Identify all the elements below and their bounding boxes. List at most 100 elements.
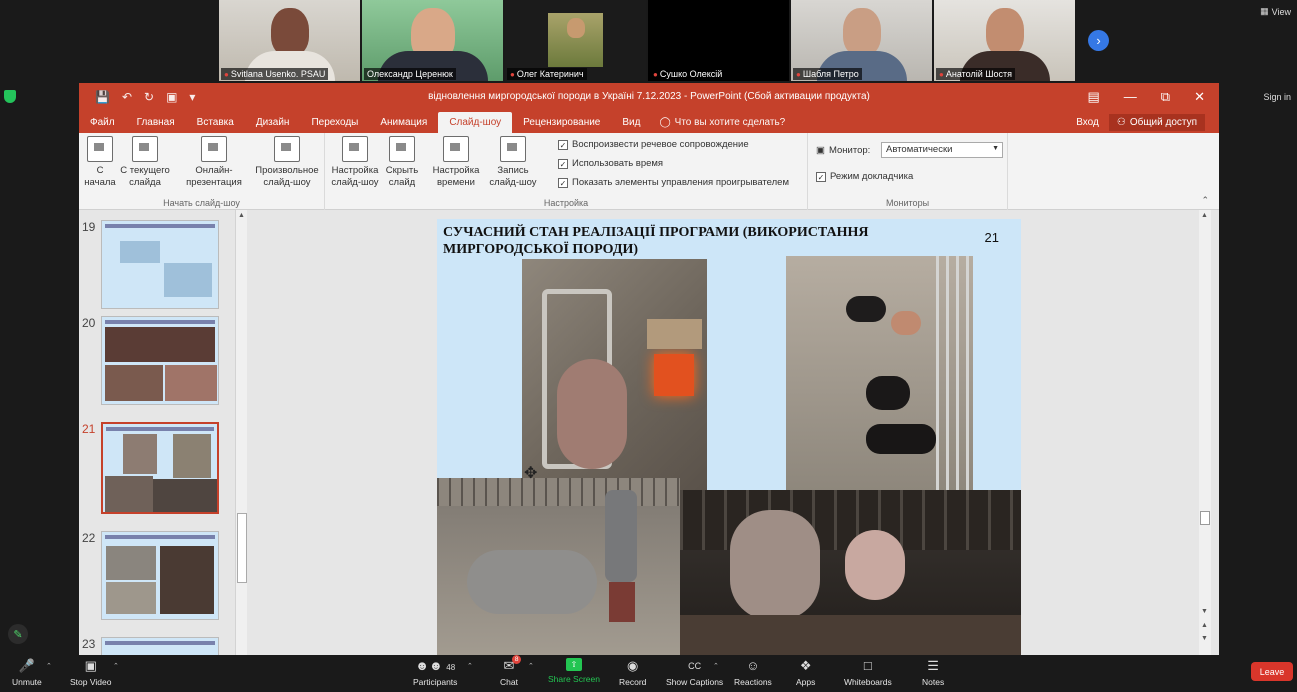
tab-review[interactable]: Рецензирование — [512, 112, 611, 133]
slideshow-current-icon — [132, 136, 158, 162]
document-title: відновлення миргородської породи в Украї… — [428, 91, 870, 102]
show-media-controls-checkbox[interactable]: ✓ Показать элементы управления проигрыват… — [558, 177, 789, 188]
minimize-icon[interactable]: — — [1124, 89, 1137, 104]
customize-toolbar-icon[interactable]: ▾ — [189, 90, 195, 104]
custom-slideshow-button[interactable]: Произвольное слайд-шоу — [249, 136, 325, 189]
collapse-ribbon-icon[interactable]: ⌃ — [1201, 195, 1209, 206]
participants-button[interactable]: ☻☻ 48 Participants — [413, 658, 457, 687]
person-icon: ⚇ — [1116, 117, 1126, 128]
thumbnail-image — [101, 637, 219, 655]
mic-muted-icon: ● — [939, 69, 944, 79]
tab-home[interactable]: Главная — [126, 112, 186, 133]
captions-cc-icon: CC — [688, 661, 702, 671]
record-button[interactable]: ◉ Record — [619, 658, 646, 687]
scroll-up-icon[interactable]: ▲ — [238, 212, 245, 219]
current-slide[interactable]: СУЧАСНИЙ СТАН РЕАЛІЗАЦІЇ ПРОГРАМИ (ВИКОР… — [437, 219, 1021, 655]
play-narrations-checkbox[interactable]: ✓ Воспроизвести речевое сопровождение — [558, 139, 749, 150]
notes-button[interactable]: ☰ Notes — [922, 658, 944, 687]
rehearse-timings-button[interactable]: Настройка времени — [429, 136, 483, 189]
record-icon — [500, 136, 526, 162]
unmute-button[interactable]: 🎤 Unmute — [12, 658, 42, 687]
lightbulb-icon: ◯ — [659, 117, 671, 128]
tab-file[interactable]: Файл — [79, 112, 126, 133]
scroll-up-icon[interactable]: ▲ — [1201, 212, 1208, 219]
thumbnail-image — [101, 531, 219, 620]
previous-slide-icon[interactable]: ▲ — [1201, 622, 1208, 629]
next-participants-button[interactable]: › — [1088, 30, 1109, 51]
captions-chevron-icon[interactable]: ⌃ — [713, 662, 719, 670]
record-icon: ◉ — [627, 658, 639, 673]
thumbnail-image — [101, 422, 219, 514]
chevron-right-icon: › — [1096, 33, 1101, 48]
tab-slide-show[interactable]: Слайд-шоу — [438, 112, 513, 133]
ribbon-group-setup: Настройка слайд-шоу Скрыть слайд Настрой… — [325, 133, 808, 210]
scrollbar-thumb[interactable] — [237, 513, 247, 583]
chat-button[interactable]: ✉ 8 Chat — [500, 655, 522, 687]
annotate-pen-icon[interactable]: ✎ — [8, 624, 28, 644]
save-icon[interactable]: 💾 — [95, 90, 110, 104]
ribbon-display-icon[interactable]: ▤ — [1088, 89, 1100, 105]
photo-man-with-boar — [437, 478, 680, 655]
monitor-select[interactable]: Автоматически ▼ — [881, 142, 1003, 158]
from-beginning-button[interactable]: С начала — [81, 136, 119, 189]
record-slideshow-button[interactable]: Запись слайд-шоу — [483, 136, 543, 189]
share-button[interactable]: ⚇ Общий доступ — [1108, 114, 1205, 131]
slide-scrollbar[interactable]: ▲ ▼ ▲ ▼ — [1199, 210, 1211, 655]
apps-button[interactable]: ❖ Apps — [796, 658, 815, 687]
from-current-button[interactable]: С текущего слайда — [117, 136, 173, 189]
tab-insert[interactable]: Вставка — [186, 112, 245, 133]
sign-in-link[interactable]: Sign in — [1263, 92, 1291, 102]
audio-options-chevron-icon[interactable]: ⌃ — [46, 662, 52, 670]
chat-chevron-icon[interactable]: ⌃ — [528, 662, 534, 670]
slide-title: СУЧАСНИЙ СТАН РЕАЛІЗАЦІЇ ПРОГРАМИ (ВИКОР… — [443, 225, 869, 257]
participants-chevron-icon[interactable]: ⌃ — [467, 662, 473, 670]
reactions-button[interactable]: ☺ Reactions — [734, 658, 772, 687]
title-bar: 💾 ↶ ↻ ▣ ▾ відновлення миргородської поро… — [79, 83, 1219, 110]
participant-tile[interactable]: ● Шабля Петро — [791, 0, 932, 81]
participant-tile[interactable]: ● Анатолій Шостя — [934, 0, 1075, 81]
tab-design[interactable]: Дизайн — [245, 112, 301, 133]
scroll-down-icon[interactable]: ▼ — [1201, 608, 1208, 615]
participant-tile[interactable]: ● Олег Катеринич — [505, 0, 646, 81]
apps-icon: ❖ — [799, 658, 812, 673]
tell-me-search[interactable]: ◯ Что вы хотите сделать? — [651, 112, 785, 133]
zoom-meeting-window: ● Svitlana Usenko. PSAU Олександр Церенюк… — [0, 0, 1297, 692]
mouse-cursor-icon: ✥ — [524, 465, 538, 482]
restore-icon[interactable]: ⧉ — [1161, 89, 1170, 105]
participant-tile-active-speaker[interactable]: Олександр Церенюк — [362, 0, 503, 81]
share-screen-button[interactable]: ⇧ Share Screen — [548, 658, 600, 684]
leave-meeting-button[interactable]: Leave — [1251, 662, 1293, 681]
view-button[interactable]: ▦ View — [1260, 6, 1291, 17]
scrollbar-thumb[interactable] — [1200, 511, 1210, 525]
online-presentation-button[interactable]: Онлайн-презентация — [179, 136, 249, 189]
participant-name: ● Анатолій Шостя — [936, 68, 1015, 80]
participant-tile[interactable]: ● Svitlana Usenko. PSAU — [219, 0, 360, 81]
ribbon-group-start: С начала С текущего слайда Онлайн-презен… — [79, 133, 325, 210]
presenter-view-checkbox[interactable]: ✓ Режим докладчика — [816, 171, 913, 182]
sign-in-button[interactable]: Вход — [1076, 117, 1099, 128]
video-options-chevron-icon[interactable]: ⌃ — [113, 662, 119, 670]
ribbon-group-monitors: ▣ Монитор: Автоматически ▼ ✓ Режим докладчи… — [808, 133, 1008, 210]
slideshow-start-icon — [87, 136, 113, 162]
whiteboards-button[interactable]: □ Whiteboards — [844, 658, 892, 687]
security-shield-icon[interactable] — [4, 90, 16, 103]
stop-video-button[interactable]: ▣ Stop Video — [70, 658, 111, 687]
mic-muted-icon: ● — [653, 69, 658, 79]
present-from-beginning-icon[interactable]: ▣ — [166, 90, 177, 104]
thumbnail-image — [101, 316, 219, 405]
redo-icon[interactable]: ↻ — [144, 90, 154, 104]
close-icon[interactable]: ✕ — [1194, 89, 1205, 105]
thumbnails-scrollbar[interactable]: ▲ — [235, 210, 247, 655]
next-slide-icon[interactable]: ▼ — [1201, 635, 1208, 642]
quick-access-toolbar: 💾 ↶ ↻ ▣ ▾ — [79, 90, 195, 104]
tab-transitions[interactable]: Переходы — [300, 112, 369, 133]
tab-animations[interactable]: Анимация — [369, 112, 438, 133]
hide-slide-button[interactable]: Скрыть слайд — [381, 136, 423, 189]
tab-view[interactable]: Вид — [611, 112, 651, 133]
undo-icon[interactable]: ↶ — [122, 90, 132, 104]
setup-slideshow-button[interactable]: Настройка слайд-шоу — [329, 136, 381, 189]
participant-tile[interactable]: ● Сушко Олексій — [648, 0, 789, 81]
photo-sow-in-farrowing-crate — [522, 259, 707, 491]
use-timings-checkbox[interactable]: ✓ Использовать время — [558, 158, 663, 169]
chevron-down-icon: ▼ — [992, 145, 999, 152]
